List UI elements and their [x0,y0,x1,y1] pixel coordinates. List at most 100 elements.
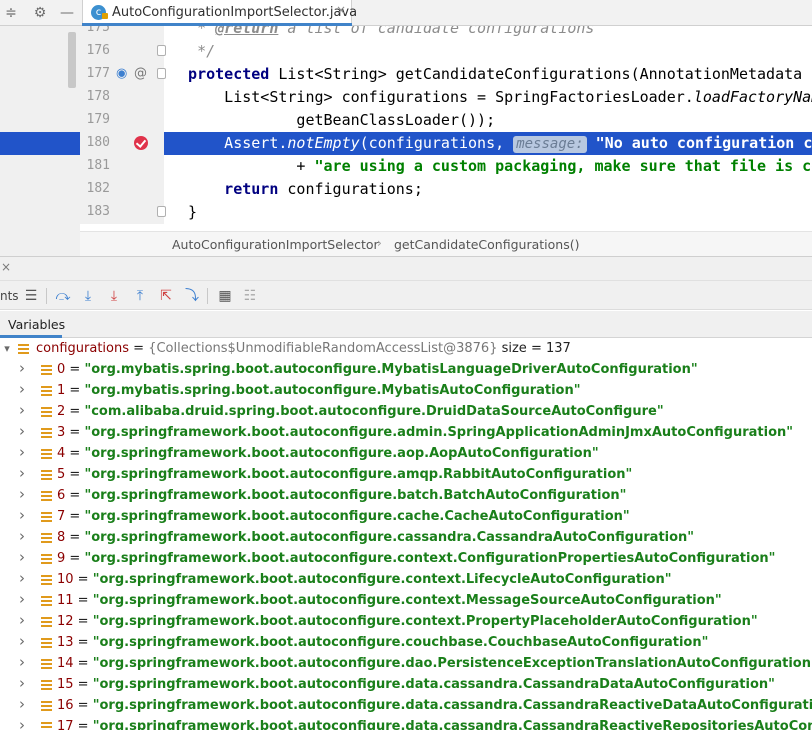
code-token: "are using a custom packaging, make sure… [314,157,812,175]
chevron-right-icon[interactable]: › [16,675,28,691]
list-item[interactable]: › 12 = "org.springframework.boot.autoconf… [0,612,812,633]
gear-icon[interactable]: ⚙ [31,4,49,22]
overrides-icon[interactable]: ◉ [116,66,127,82]
variable-size: size = 137 [497,341,571,356]
list-item[interactable]: › 5 = "org.springframework.boot.autoconfi… [0,465,812,486]
list-item-text: 2 = "com.alibaba.druid.spring.boot.autoc… [57,404,664,419]
chevron-right-icon[interactable]: › [16,717,28,730]
list-item[interactable]: › 7 = "org.springframework.boot.autoconfi… [0,507,812,528]
chevron-right-icon[interactable]: › [16,423,28,439]
chevron-right-icon[interactable]: › [16,591,28,607]
chevron-right-icon[interactable]: › [16,465,28,481]
item-value: "org.springframework.boot.autoconfigure.… [84,467,633,482]
breadcrumb-left-strip [0,231,80,256]
fold-icon[interactable] [157,45,166,56]
list-item[interactable]: › 14 = "org.springframework.boot.autoconf… [0,654,812,675]
chevron-right-icon[interactable]: › [16,654,28,670]
step-out-icon[interactable]: ⤒ [131,287,149,305]
item-index: 16 [57,698,74,713]
equals-sign: = [73,677,93,692]
equals-sign: = [65,446,85,461]
list-item[interactable]: › 1 = "org.mybatis.spring.boot.autoconfig… [0,381,812,402]
field-icon [41,407,52,418]
list-item[interactable]: › 17 = "org.springframework.boot.autoconf… [0,717,812,730]
item-value: "org.springframework.boot.autoconfigure.… [84,446,599,461]
code-line[interactable]: 179 getBeanClassLoader()); [0,109,812,132]
chevron-right-icon[interactable]: › [16,570,28,586]
chevron-right-icon[interactable]: › [16,381,28,397]
list-item[interactable]: › 10 = "org.springframework.boot.autoconf… [0,570,812,591]
drop-frame-icon[interactable]: ⇱ [157,287,175,305]
list-item[interactable]: › 8 = "org.springframework.boot.autoconfi… [0,528,812,549]
chevron-right-icon[interactable]: › [16,507,28,523]
equals-sign: = [73,593,93,608]
run-to-cursor-icon[interactable]: ⤵ [183,287,201,305]
collapse-icon[interactable]: ≑ [2,4,20,22]
list-item[interactable]: › 15 = "org.springframework.boot.autoconf… [0,675,812,696]
list-item[interactable]: › 6 = "org.springframework.boot.autoconfi… [0,486,812,507]
code-editor[interactable]: 175 * @return a list of candidate config… [0,26,812,231]
line-number: 176 [86,43,110,58]
chevron-right-icon[interactable]: › [16,696,28,712]
chevron-right-icon[interactable]: › [16,444,28,460]
code-text: + "are using a custom packaging, make su… [170,157,812,176]
frames-icon[interactable]: ☰ [22,287,40,305]
item-value: "org.springframework.boot.autoconfigure.… [92,698,812,713]
list-item[interactable]: › 0 = "org.mybatis.spring.boot.autoconfig… [0,360,812,381]
code-line[interactable]: 175 * @return a list of candidate config… [0,26,812,40]
annotation-icon[interactable]: @ [134,66,147,82]
list-item[interactable]: › 4 = "org.springframework.boot.autoconfi… [0,444,812,465]
close-icon[interactable]: × [1,260,11,274]
chevron-down-icon[interactable]: ▾ [1,341,13,357]
fold-icon[interactable] [157,68,166,79]
evaluate-expression-icon[interactable]: ▦ [216,287,234,305]
chevron-right-icon[interactable]: › [16,528,28,544]
chevron-right-icon[interactable]: › [16,612,28,628]
code-line[interactable]: 180 Assert.notEmpty(configurations, mess… [0,132,812,155]
chevron-right-icon[interactable]: › [16,402,28,418]
minimize-icon[interactable]: — [58,4,76,22]
editor-tab-bar: ≑ ⚙ — c AutoConfigurationImportSelector.… [0,0,812,26]
item-value: "org.mybatis.spring.boot.autoconfigure.M… [84,383,581,398]
list-item[interactable]: › 11 = "org.springframework.boot.autoconf… [0,591,812,612]
code-token: + [170,157,315,175]
equals-sign: = [65,425,85,440]
trace-stream-icon[interactable]: ☷ [241,287,259,305]
equals-sign: = [65,551,85,566]
list-item[interactable]: › 13 = "org.springframework.boot.autoconf… [0,633,812,654]
threads-tab-fragment[interactable]: nts [0,289,19,303]
tree-root-row[interactable]: ▾ configurations = {Collections$Unmodifi… [0,339,812,360]
line-number: 183 [86,204,110,219]
list-item-text: 13 = "org.springframework.boot.autoconfi… [57,635,708,650]
code-line[interactable]: 176 */ [0,40,812,63]
breakpoint-icon[interactable] [134,136,148,150]
list-item[interactable]: › 9 = "org.springframework.boot.autoconfi… [0,549,812,570]
variable-name: configurations [36,341,130,356]
code-line[interactable]: 183 } [0,201,812,224]
step-into-icon[interactable]: ⤓ [79,287,97,305]
list-item-text: 17 = "org.springframework.boot.autoconfi… [57,719,812,730]
breadcrumb-class[interactable]: AutoConfigurationImportSelector [172,237,379,252]
chevron-right-icon[interactable]: › [16,360,28,376]
code-token: "No auto configuration cl [586,134,812,152]
code-line[interactable]: 177 ◉ @ protected List<String> getCandidat… [0,63,812,86]
code-token: List<String> getCandidateConfigurations(… [278,65,812,83]
list-item[interactable]: › 3 = "org.springframework.boot.autoconfi… [0,423,812,444]
variables-tree[interactable]: ▾ configurations = {Collections$Unmodifi… [0,339,812,730]
list-item[interactable]: › 16 = "org.springframework.boot.autoconf… [0,696,812,717]
code-line[interactable]: 178 List<String> configurations = Spring… [0,86,812,109]
chevron-right-icon[interactable]: › [16,633,28,649]
code-line[interactable]: 181 + "are using a custom packaging, mak… [0,155,812,178]
fold-icon[interactable] [157,206,166,217]
close-icon[interactable]: × [336,3,346,17]
list-item[interactable]: › 2 = "com.alibaba.druid.spring.boot.auto… [0,402,812,423]
step-over-icon[interactable]: ⤼ [54,287,72,305]
tab-variables[interactable]: Variables [0,311,65,338]
code-text: List<String> configurations = SpringFact… [170,88,812,107]
breadcrumb-method[interactable]: getCandidateConfigurations() [394,237,579,252]
chevron-right-icon[interactable]: › [16,486,28,502]
code-line[interactable]: 182 return configurations; [0,178,812,201]
force-step-into-icon[interactable]: ⤓ [105,287,123,305]
item-value: "org.springframework.boot.autoconfigure.… [84,488,627,503]
chevron-right-icon[interactable]: › [16,549,28,565]
